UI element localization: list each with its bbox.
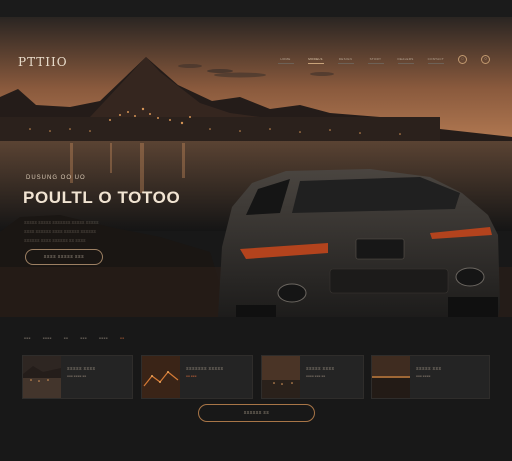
feature-card[interactable]: ΞΞΞΞΞ ΞΞΞΞ ΞΞΞΞ ΞΞΞ ΞΞ (261, 355, 364, 399)
nav-item-contact[interactable]: CONTACT (427, 55, 444, 64)
section-tab-highlighted[interactable]: ΞΞ (120, 336, 125, 340)
card-thumbnail (372, 356, 410, 398)
card-thumbnail (262, 356, 300, 398)
card-meta: ΞΞΞ ΞΞΞΞ (416, 374, 431, 378)
feature-card[interactable]: ΞΞΞΞΞΞΞ ΞΞΞΞΞ ΞΞ ΞΞΞ (141, 355, 253, 399)
card-title: ΞΞΞΞΞ ΞΞΞΞ (67, 366, 96, 371)
section-tab[interactable]: ΞΞΞ (80, 336, 87, 340)
section-tab[interactable]: ΞΞ (64, 336, 69, 340)
hero-line: ΞΞΞΞ ΞΞΞΞΞΞ ΞΞΞΞ ΞΞΞΞΞΞ ΞΞΞΞΞΞ (24, 229, 97, 234)
card-row: ΞΞΞΞΞ ΞΞΞΞ ΞΞΞ ΞΞΞΞ ΞΞ ΞΞΞΞΞΞΞ ΞΞΞΞΞ ΞΞ … (22, 355, 490, 399)
brand-logo[interactable]: PTTIIO (18, 55, 68, 69)
globe-icon[interactable]: ◌ (458, 55, 467, 64)
hero-line: ΞΞΞΞΞ ΞΞΞΞΞ ΞΞΞΞΞΞΞ ΞΞΞΞΞ ΞΞΞΞΞ (24, 220, 99, 225)
main-nav: HOME MODELS DESIGN STORY DEALERS CONTACT… (277, 55, 490, 64)
landing-page: PTTIIO HOME MODELS DESIGN STORY DEALERS … (0, 0, 512, 461)
feature-card[interactable]: ΞΞΞΞΞ ΞΞΞΞ ΞΞΞ ΞΞΞΞ ΞΞ (22, 355, 133, 399)
card-title: ΞΞΞΞΞ ΞΞΞΞ (306, 366, 335, 371)
hero-headline: POULTL O TOTOO (23, 188, 181, 207)
feature-card[interactable]: ΞΞΞΞΞ ΞΞΞ ΞΞΞ ΞΞΞΞ (371, 355, 490, 399)
card-meta: ΞΞ ΞΞΞ (186, 374, 197, 378)
hero-cta-button[interactable]: ΞΞΞΞ ΞΞΞΞΞ ΞΞΞ (25, 249, 103, 265)
hero-section: PTTIIO HOME MODELS DESIGN STORY DEALERS … (0, 17, 512, 317)
card-meta: ΞΞΞΞ ΞΞΞ ΞΞ (306, 374, 326, 378)
search-icon[interactable]: ○ (481, 55, 490, 64)
nav-item-models[interactable]: MODELS (307, 55, 324, 64)
hero-description: ΞΞΞΞΞ ΞΞΞΞΞ ΞΞΞΞΞΞΞ ΞΞΞΞΞ ΞΞΞΞΞ ΞΞΞΞ ΞΞΞ… (24, 220, 174, 247)
load-more-button[interactable]: ΞΞΞΞΞΞ ΞΞ (198, 404, 315, 422)
hero-line: ΞΞΞΞΞΞ ΞΞΞΞ ΞΞΞΞΞΞ ΞΞ ΞΞΞΞ (24, 238, 86, 243)
card-thumbnail (142, 356, 180, 398)
nav-item-dealers[interactable]: DEALERS (397, 55, 414, 64)
section-tabs: ΞΞΞ ΞΞΞΞ ΞΞ ΞΞΞ ΞΞΞΞ ΞΞ (24, 336, 125, 340)
section-tab[interactable]: ΞΞΞ (24, 336, 31, 340)
card-meta: ΞΞΞ ΞΞΞΞ ΞΞ (67, 374, 87, 378)
hero-eyebrow: DUSUNG OO UO (26, 175, 86, 181)
section-tab[interactable]: ΞΞΞΞ (43, 336, 52, 340)
nav-item-home[interactable]: HOME (277, 55, 294, 64)
card-title: ΞΞΞΞΞΞΞ ΞΞΞΞΞ (186, 366, 224, 371)
card-thumbnail (23, 356, 61, 398)
section-tab[interactable]: ΞΞΞΞ (99, 336, 108, 340)
nav-item-story[interactable]: STORY (367, 55, 384, 64)
card-title: ΞΞΞΞΞ ΞΞΞ (416, 366, 442, 371)
nav-item-design[interactable]: DESIGN (337, 55, 354, 64)
